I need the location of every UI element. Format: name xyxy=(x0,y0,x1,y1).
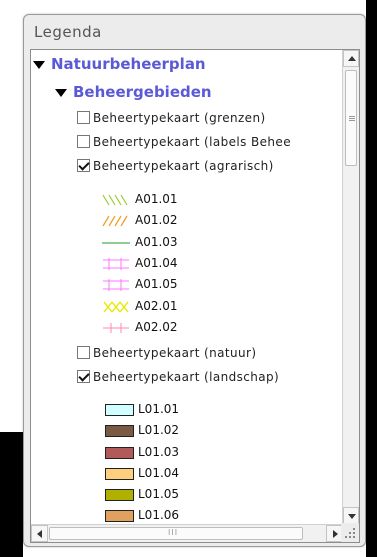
grip-icon xyxy=(349,120,355,121)
legend-code: A01.02 xyxy=(135,213,178,227)
layer-checkbox[interactable] xyxy=(77,111,90,124)
grid-pink-icon xyxy=(103,257,129,270)
layer-label: Beheertypekaart (grenzen) xyxy=(93,111,266,125)
legend-code: A02.02 xyxy=(135,320,178,334)
layer-item-landschap[interactable]: Beheertypekaart (landschap) xyxy=(77,370,279,384)
tree-node-label: Natuurbeheerplan xyxy=(51,55,206,73)
diagonal-hatch-green-icon xyxy=(102,194,128,205)
legend-code: L01.05 xyxy=(138,487,180,501)
legend-item-a0201: A02.01 xyxy=(101,299,178,314)
layer-checkbox-checked[interactable] xyxy=(77,370,90,383)
arrow-right-icon xyxy=(333,530,338,538)
horizontal-scroll-thumb[interactable]: III xyxy=(49,527,303,540)
layer-checkbox[interactable] xyxy=(77,346,90,359)
grip-icon xyxy=(349,116,355,117)
legend-item-a0104: A01.04 xyxy=(101,256,178,271)
page-background-dark xyxy=(0,432,23,557)
legend-item-a0101: A01.01 xyxy=(101,192,178,207)
vertical-scrollbar[interactable] xyxy=(342,50,359,524)
color-swatch xyxy=(105,403,134,416)
scroll-left-button[interactable] xyxy=(31,525,48,542)
arrow-left-icon xyxy=(37,530,42,538)
legend-item-a0103: A01.03 xyxy=(101,235,178,250)
legend-code: A01.01 xyxy=(135,192,178,206)
resize-grip-icon xyxy=(345,528,355,538)
diagonal-hatch-orange-icon xyxy=(102,215,128,226)
arrow-down-icon xyxy=(348,514,356,519)
legend-tree: Natuurbeheerplan Beheergebieden Beheerty… xyxy=(31,50,343,524)
tree-node-natuurbeheerplan[interactable]: Natuurbeheerplan xyxy=(33,55,206,73)
layer-checkbox[interactable] xyxy=(77,135,90,148)
legend-code: A02.01 xyxy=(135,299,178,313)
color-swatch xyxy=(105,467,134,480)
legend-panel: Legenda Natuurbeheerplan Beheergebieden … xyxy=(23,14,366,547)
layer-label: Beheertypekaart (natuur) xyxy=(93,346,257,360)
grid-pink-icon xyxy=(103,278,129,291)
color-swatch xyxy=(105,424,134,437)
layer-label: Beheertypekaart (labels Behee xyxy=(93,135,291,149)
cross-hatch-yellow-icon xyxy=(103,301,129,312)
legend-item-a0202: A02.02 xyxy=(101,320,178,335)
arrow-up-icon xyxy=(348,56,356,61)
color-swatch xyxy=(105,446,134,459)
expand-triangle-icon[interactable] xyxy=(33,60,45,69)
color-swatch xyxy=(105,509,134,522)
horizontal-scrollbar[interactable]: III xyxy=(31,524,343,542)
legend-tree-frame: Natuurbeheerplan Beheergebieden Beheerty… xyxy=(30,49,360,543)
legend-item-l0105: L01.05 xyxy=(105,487,179,501)
scroll-up-button[interactable] xyxy=(343,50,359,67)
layer-item-agrarisch[interactable]: Beheertypekaart (agrarisch) xyxy=(77,159,274,173)
legend-item-l0104: L01.04 xyxy=(105,466,179,480)
legend-code: L01.03 xyxy=(138,445,180,459)
page-edge-dark xyxy=(366,0,377,557)
tree-node-beheergebieden[interactable]: Beheergebieden xyxy=(55,83,212,101)
grip-icon xyxy=(349,118,355,119)
legend-item-l0102: L01.02 xyxy=(105,423,179,437)
cross-pink-icon xyxy=(103,322,129,333)
legend-code: A01.05 xyxy=(135,277,178,291)
vertical-scroll-thumb[interactable] xyxy=(345,70,357,166)
horizontal-line-green-icon xyxy=(102,241,130,244)
grip-icon: III xyxy=(168,528,179,537)
legend-code: L01.04 xyxy=(138,466,180,480)
legend-code: A01.04 xyxy=(135,256,178,270)
legend-item-a0105: A01.05 xyxy=(101,277,178,292)
tree-node-label: Beheergebieden xyxy=(73,83,212,101)
color-swatch xyxy=(105,488,134,501)
legend-item-l0103: L01.03 xyxy=(105,445,179,459)
layer-item-grenzen[interactable]: Beheertypekaart (grenzen) xyxy=(77,111,266,125)
legend-code: L01.02 xyxy=(138,423,180,437)
legend-item-a0102: A01.02 xyxy=(101,213,178,228)
resize-grip[interactable] xyxy=(341,523,359,542)
layer-item-natuur[interactable]: Beheertypekaart (natuur) xyxy=(77,346,256,360)
legend-item-l0101: L01.01 xyxy=(105,402,179,416)
legend-item-l0106: L01.06 xyxy=(105,508,179,522)
expand-triangle-icon[interactable] xyxy=(55,88,67,97)
legend-code: A01.03 xyxy=(135,235,178,249)
layer-label: Beheertypekaart (agrarisch) xyxy=(93,159,274,173)
legend-code: L01.06 xyxy=(138,508,180,522)
legend-panel-title: Legenda xyxy=(34,23,102,41)
scroll-down-button[interactable] xyxy=(343,507,359,524)
legend-code: L01.01 xyxy=(138,402,180,416)
layer-label: Beheertypekaart (landschap) xyxy=(93,370,280,384)
page-background xyxy=(0,0,23,432)
layer-item-labels[interactable]: Beheertypekaart (labels Behee xyxy=(77,135,291,149)
layer-checkbox-checked[interactable] xyxy=(77,159,90,172)
